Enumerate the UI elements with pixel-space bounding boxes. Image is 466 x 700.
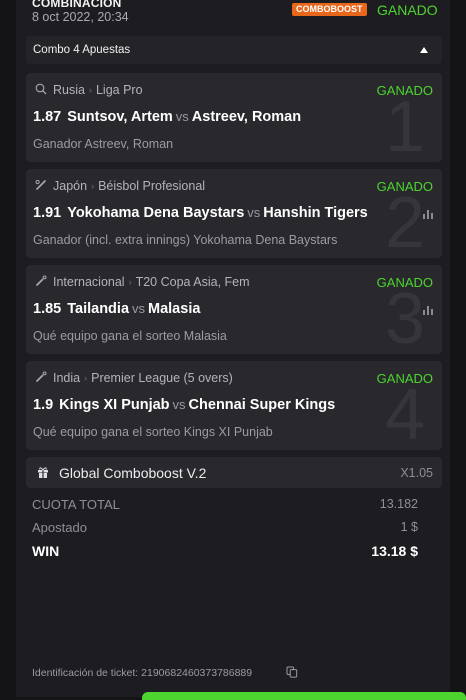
comboboost-badge: COMBOBOOST [292, 3, 367, 16]
bet-odds: 1.87 [33, 109, 62, 125]
bet-card[interactable]: India › Premier League (5 overs) GANADO 1.… [26, 361, 442, 450]
league-country: Internacional [53, 275, 125, 289]
bet-number: 4 [384, 375, 426, 450]
bet-league: Internacional › T20 Copa Asia, Fem [53, 275, 250, 289]
team-away: Astreev, Roman [191, 109, 302, 125]
bet-event: 1.85 Tailandia vs Malasia [33, 301, 200, 317]
bet-league: Rusia › Liga Pro [53, 83, 143, 97]
league-name: Liga Pro [95, 83, 143, 97]
bet-card[interactable]: Japón › Béisbol Profesional GANADO 1.91 Yok… [26, 169, 442, 258]
ticket-id: Identificación de ticket: 21906824603737… [32, 667, 252, 679]
bet-detail-panel: COMBINACIÓN 8 oct 2022, 20:34 COMBOBOOST… [16, 0, 450, 697]
league-name: Premier League (5 overs) [91, 371, 233, 385]
combo-toggle[interactable]: Combo 4 Apuestas [26, 36, 442, 64]
baseball-icon [35, 179, 47, 191]
chevron-right-icon: › [91, 181, 95, 191]
cricket-icon [35, 275, 47, 287]
vs-label: vs [132, 301, 146, 316]
ticket-id-label: Identificación de ticket: [32, 667, 139, 679]
league-country: Japón [53, 179, 88, 193]
team-away: Chennai Super Kings [188, 397, 336, 413]
bet-league: Japón › Béisbol Profesional [53, 179, 205, 193]
bet-league: India › Premier League (5 overs) [53, 371, 233, 385]
bet-card[interactable]: Rusia › Liga Pro GANADO 1.87 Suntsov, Artem… [26, 73, 442, 162]
bet-odds: 1.91 [33, 205, 62, 221]
comboboost-multiplier: X1.05 [400, 466, 433, 480]
chevron-right-icon: › [128, 277, 132, 287]
team-away: Malasia [148, 301, 201, 317]
bet-selection: Qué equipo gana el sorteo Malasia [33, 329, 227, 343]
vs-label: vs [247, 205, 261, 220]
chevron-up-icon [420, 47, 428, 53]
bet-card[interactable]: Internacional › T20 Copa Asia, Fem GANADO … [26, 265, 442, 354]
bet-number: 1 [384, 87, 426, 162]
league-country: India [53, 371, 81, 385]
copy-icon[interactable] [286, 666, 298, 678]
comboboost-name: Global Comboboost V.2 [59, 465, 207, 481]
total-odds-value: 13.182 [379, 497, 418, 511]
action-button-edge[interactable] [142, 692, 466, 700]
total-odds-label: CUOTA TOTAL [32, 497, 120, 512]
comboboost-row: Global Comboboost V.2 X1.05 [26, 457, 442, 488]
bet-event: 1.91 Yokohama Dena Baystars vs Hanshin Tige… [33, 205, 368, 221]
chevron-right-icon: › [84, 373, 88, 383]
bet-odds: 1.85 [33, 301, 62, 317]
bet-status: GANADO [377, 2, 438, 18]
win-value: 13.18 $ [371, 543, 418, 559]
bet-number: 2 [384, 183, 426, 258]
bet-event: 1.87 Suntsov, Artem vs Astreev, Roman [33, 109, 301, 125]
league-name: Béisbol Profesional [98, 179, 206, 193]
stake-label: Apostado [32, 520, 87, 535]
combo-title: Combo 4 Apuestas [33, 44, 131, 56]
vs-label: vs [172, 397, 186, 412]
cricket-icon [35, 371, 47, 383]
league-country: Rusia [53, 83, 85, 97]
win-label: WIN [32, 543, 60, 559]
bet-odds: 1.9 [33, 397, 54, 413]
bet-selection: Ganador Astreev, Roman [33, 137, 174, 151]
bet-date: 8 oct 2022, 20:34 [32, 10, 129, 24]
team-home: Tailandia [67, 301, 130, 317]
bet-selection: Qué equipo gana el sorteo Kings XI Punja… [33, 425, 273, 439]
ticket-id-value: 2190682460373786889 [141, 667, 253, 679]
league-name: T20 Copa Asia, Fem [135, 275, 250, 289]
stake-value: 1 $ [400, 520, 418, 534]
chevron-right-icon: › [88, 85, 92, 95]
team-home: Yokohama Dena Baystars [67, 205, 245, 221]
bet-selection: Ganador (incl. extra innings) Yokohama D… [33, 233, 338, 247]
team-home: Suntsov, Artem [67, 109, 173, 125]
bet-event: 1.9 Kings XI Punjab vs Chennai Super Kings [33, 397, 335, 413]
table-tennis-icon [35, 83, 47, 95]
stats-icon[interactable] [423, 305, 435, 315]
stats-icon[interactable] [423, 209, 435, 219]
team-home: Kings XI Punjab [59, 397, 170, 413]
bet-type: COMBINACIÓN [32, 0, 122, 10]
vs-label: vs [175, 109, 189, 124]
team-away: Hanshin Tigers [263, 205, 368, 221]
gift-icon [38, 467, 48, 478]
bet-number: 3 [384, 279, 426, 354]
